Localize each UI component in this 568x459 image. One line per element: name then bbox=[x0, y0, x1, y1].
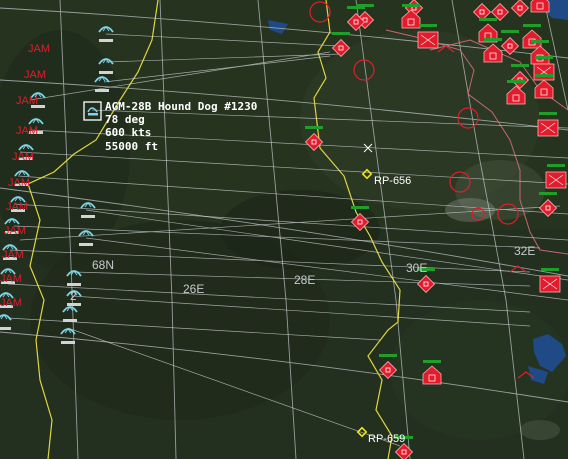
unit-health-bar bbox=[511, 64, 529, 67]
unit-altitude: 55000 ft bbox=[105, 140, 158, 153]
missile-status-bar bbox=[99, 71, 113, 74]
hostile-unit[interactable] bbox=[530, 0, 550, 13]
unit-health-bar bbox=[547, 164, 565, 167]
jam-label: JAM bbox=[16, 95, 38, 107]
missile-status-bar bbox=[99, 39, 113, 42]
missile-status-bar bbox=[63, 319, 77, 322]
unit-health-bar bbox=[332, 32, 350, 35]
unit-health-bar bbox=[535, 56, 553, 59]
unit-health-bar bbox=[541, 268, 559, 271]
unit-health-bar bbox=[539, 192, 557, 195]
unit-health-bar bbox=[379, 354, 397, 357]
missile-status-bar bbox=[67, 283, 81, 286]
jam-label: JAM bbox=[0, 297, 22, 309]
jam-label: JAM bbox=[24, 69, 46, 81]
reference-point-label: RP-659 bbox=[368, 433, 405, 445]
unit-health-bar bbox=[531, 40, 549, 43]
jam-label: JAM bbox=[8, 177, 30, 189]
jam-label: JAM bbox=[4, 225, 26, 237]
jam-label: JAM bbox=[16, 125, 38, 137]
missile-status-bar bbox=[95, 89, 109, 92]
unit-health-bar bbox=[523, 24, 541, 27]
grid-label-lon-partial: 2 bbox=[70, 289, 77, 303]
missile-status-bar bbox=[61, 341, 75, 344]
missile-status-bar bbox=[79, 243, 93, 246]
tactical-map[interactable]: JAM JAM JAM JAM JAM JAM JAM JAM JAM JAM JAM RP-656… bbox=[0, 0, 568, 459]
grid-label-lon: 28E bbox=[294, 273, 315, 287]
terrain-layer bbox=[0, 0, 568, 459]
jam-label: JAM bbox=[2, 249, 24, 261]
grid-label-lat: 68N bbox=[92, 258, 114, 272]
missile-status-bar bbox=[0, 327, 11, 330]
unit-health-bar bbox=[423, 360, 441, 363]
unit-health-bar bbox=[351, 206, 369, 209]
missile-icon-bar bbox=[88, 113, 98, 116]
unit-name: AGM-28B Hound Dog #1230 bbox=[105, 100, 257, 113]
grid-label-lon: 32E bbox=[514, 244, 535, 258]
jam-label: JAM bbox=[6, 201, 28, 213]
unit-health-bar bbox=[507, 80, 525, 83]
unit-health-bar bbox=[539, 112, 557, 115]
grid-label-lon: 26E bbox=[183, 282, 204, 296]
jam-label: JAM bbox=[0, 273, 22, 285]
missile-status-bar bbox=[81, 215, 95, 218]
missile-status-bar bbox=[67, 303, 81, 306]
jam-label: JAM bbox=[12, 151, 34, 163]
unit-speed: 600 kts bbox=[105, 126, 151, 139]
unit-health-bar bbox=[347, 6, 365, 9]
map-canvas[interactable]: JAM JAM JAM JAM JAM JAM JAM JAM JAM JAM JAM RP-656… bbox=[0, 0, 568, 459]
grid-label-lon: 30E bbox=[406, 261, 427, 275]
reference-point-label: RP-656 bbox=[374, 175, 411, 187]
jam-label: JAM bbox=[28, 43, 50, 55]
unit-health-bar bbox=[402, 4, 420, 7]
unit-health-bar bbox=[419, 24, 437, 27]
unit-heading: 78 deg bbox=[105, 113, 145, 126]
unit-health-bar bbox=[501, 30, 519, 33]
unit-health-bar bbox=[484, 38, 502, 41]
hostile-site-icon bbox=[530, 0, 550, 13]
unit-health-bar bbox=[479, 18, 497, 21]
unit-health-bar bbox=[535, 74, 553, 77]
unit-health-bar bbox=[305, 126, 323, 129]
